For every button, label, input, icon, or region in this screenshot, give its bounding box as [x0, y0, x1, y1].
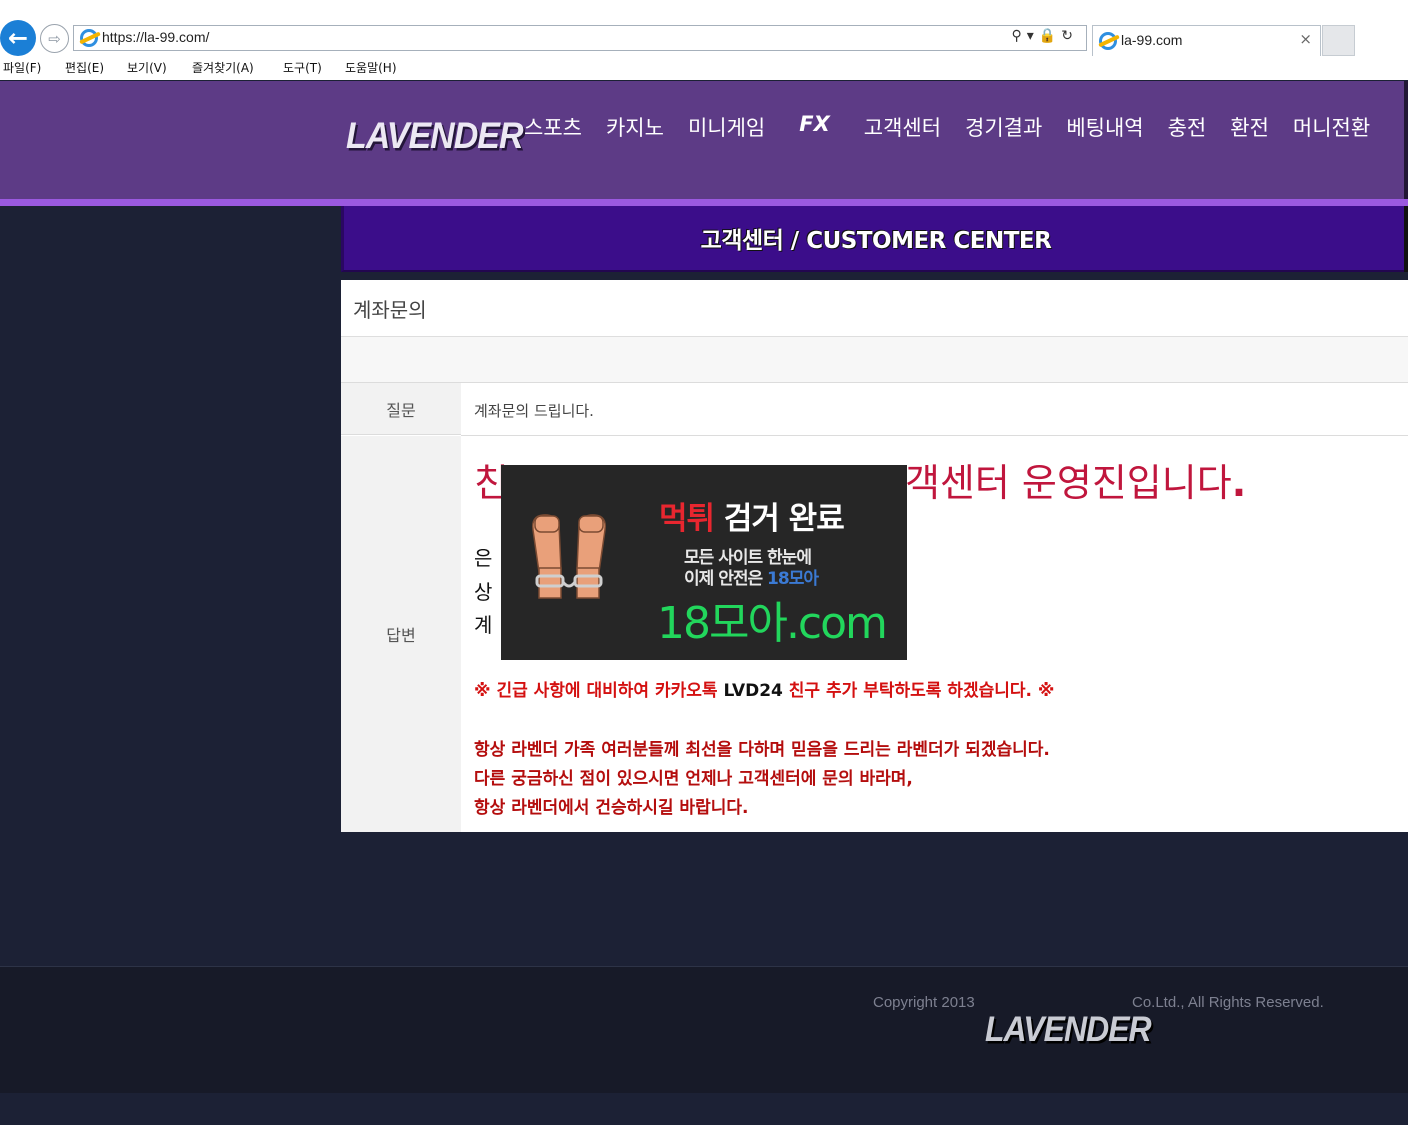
ad-tagline-2: 이제 안전은 18모아: [684, 564, 819, 589]
menu-help[interactable]: 도움말(H): [342, 58, 422, 78]
menu-view[interactable]: 보기(V): [124, 58, 189, 78]
nav-sports[interactable]: 스포츠: [512, 112, 594, 142]
site-logo[interactable]: LAVENDER: [346, 115, 523, 158]
close-icon[interactable]: ×: [1299, 30, 1312, 48]
lock-icon[interactable]: 🔒: [1039, 28, 1061, 44]
answer-heading-dot: .: [1231, 461, 1247, 505]
menu-file[interactable]: 파일(F): [0, 58, 62, 78]
tab-title: la-99.com: [1121, 32, 1183, 48]
ad-headline-red: 먹튀: [659, 501, 715, 537]
menu-edit[interactable]: 편집(E): [62, 58, 124, 78]
header-stripe: [0, 199, 1408, 206]
back-button[interactable]: ←: [0, 20, 36, 56]
post-title: 계좌문의: [353, 298, 427, 322]
nav-results[interactable]: 경기결과: [953, 112, 1054, 142]
row-divider: [461, 435, 1408, 436]
footer-copyright: Copyright 2013: [873, 994, 975, 1011]
answer-line: 계: [474, 613, 493, 637]
ad-domain[interactable]: 18모아.com: [657, 587, 888, 651]
nav-casino[interactable]: 카지노: [594, 112, 676, 142]
kakao-id: LVD24: [723, 681, 783, 701]
post-title-row: 계좌문의: [341, 280, 1408, 337]
page-title: 고객센터 / CUSTOMER CENTER: [700, 228, 1052, 254]
nav-money-transfer[interactable]: 머니전환: [1281, 112, 1382, 142]
menu-favorites[interactable]: 즐겨찾기(A): [189, 58, 280, 78]
new-tab-button[interactable]: [1322, 25, 1355, 56]
browser-tab[interactable]: la-99.com ×: [1092, 25, 1321, 56]
main-nav: 스포츠 카지노 미니게임 FX 고객센터 경기결과 베팅내역 충전 환전 머니전…: [512, 112, 1382, 142]
ie-icon: [80, 29, 98, 47]
nav-withdraw[interactable]: 환전: [1218, 112, 1281, 142]
banner-edge: [1404, 206, 1408, 272]
post-info-row: [341, 337, 1408, 383]
watermark-ad[interactable]: 먹튀 검거 완료 모든 사이트 한눈에 이제 안전은 18모아 18모아.com: [501, 465, 907, 660]
answer-heading-end: 객센터 운영진입니다: [904, 461, 1232, 505]
search-icon[interactable]: ⚲: [1012, 28, 1027, 44]
arrow-left-icon: ←: [7, 24, 29, 52]
answer-line: 상: [474, 580, 493, 604]
closing-line: 항상 라벤더 가족 여러분들께 최선을 다하며 믿음을 드리는 라벤더가 되겠습…: [474, 740, 1050, 760]
nav-bet-history[interactable]: 베팅내역: [1054, 112, 1155, 142]
closing-line: 다른 궁금하신 점이 있으시면 언제나 고객센터에 문의 바라며,: [474, 769, 913, 789]
header-edge: [1404, 81, 1408, 199]
menu-bar: 파일(F) 편집(E) 보기(V) 즐겨찾기(A) 도구(T) 도움말(H): [0, 58, 422, 78]
closing-line: 항상 라벤더에서 건승하시길 바랍니다.: [474, 798, 749, 818]
address-tools: ⚲▾🔒↻: [1012, 28, 1078, 44]
notice-prefix: ※ 긴급 사항에 대비하여 카카오톡: [474, 681, 724, 701]
nav-customer-center[interactable]: 고객센터: [852, 112, 953, 142]
browser-chrome: ← ⇨ https://la-99.com/ ⚲▾🔒↻ la-99.com × …: [0, 0, 1408, 80]
nav-minigame[interactable]: 미니게임: [676, 112, 777, 142]
footer-bottom: [0, 1093, 1408, 1125]
address-url[interactable]: https://la-99.com/: [102, 29, 209, 45]
answer-line: 은: [474, 546, 493, 570]
ad-headline: 먹튀 검거 완료: [659, 493, 845, 538]
refresh-icon[interactable]: ↻: [1061, 28, 1078, 44]
footer: Copyright 2013 Co.Ltd., All Rights Reser…: [0, 967, 1408, 1093]
menu-tools[interactable]: 도구(T): [280, 58, 342, 78]
footer-rights: Co.Ltd., All Rights Reserved.: [1132, 994, 1324, 1011]
address-bar[interactable]: https://la-99.com/ ⚲▾🔒↻: [73, 25, 1087, 51]
ad-headline-rest: 검거 완료: [714, 501, 845, 537]
notice-suffix: 친구 추가 부탁하도록 하겠습니다. ※: [782, 681, 1055, 701]
handcuffed-fists-icon: [531, 514, 607, 599]
ie-icon: [1099, 32, 1117, 50]
nav-fx[interactable]: FX: [777, 112, 852, 142]
question-text: 계좌문의 드립니다.: [474, 402, 594, 420]
question-label: 질문: [341, 383, 461, 435]
answer-label: 답변: [341, 436, 461, 832]
kakao-notice: ※ 긴급 사항에 대비하여 카카오톡 LVD24 친구 추가 부탁하도록 하겠습…: [474, 676, 1054, 701]
customer-center-banner: 고객센터 / CUSTOMER CENTER: [341, 206, 1408, 272]
nav-deposit[interactable]: 충전: [1156, 112, 1219, 142]
forward-button[interactable]: ⇨: [40, 24, 69, 53]
footer-logo: LAVENDER: [985, 1009, 1152, 1049]
ad-tagline-prefix: 이제 안전은: [684, 569, 768, 589]
arrow-right-icon: ⇨: [48, 29, 61, 48]
dropdown-icon[interactable]: ▾: [1027, 28, 1039, 44]
ad-brand: 18모아: [767, 569, 819, 589]
